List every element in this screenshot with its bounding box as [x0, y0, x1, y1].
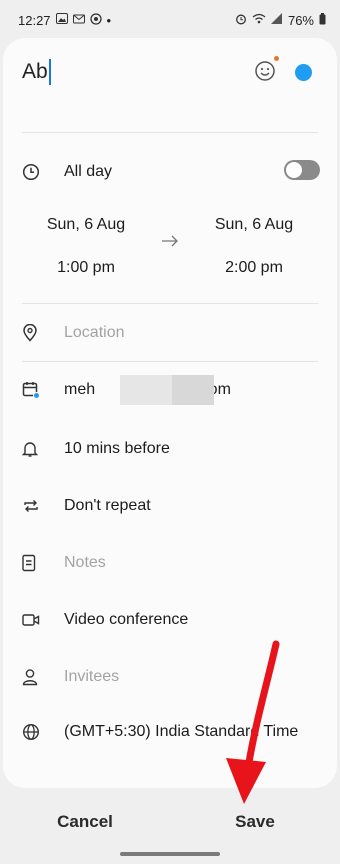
notes-input[interactable]: Notes	[64, 554, 106, 572]
status-more-dot: •	[106, 12, 112, 28]
event-color-picker[interactable]	[295, 64, 312, 81]
divider	[22, 303, 318, 304]
battery-icon	[319, 12, 326, 28]
status-right: 76%	[235, 12, 326, 28]
video-camera-icon	[22, 610, 48, 630]
home-indicator[interactable]	[120, 852, 220, 856]
status-left: 12:27 •	[18, 13, 111, 28]
save-button[interactable]: Save	[170, 812, 340, 832]
start-time[interactable]: 1:00 pm	[26, 259, 146, 277]
signal-icon	[270, 13, 283, 27]
mail-notification-icon	[72, 13, 85, 27]
calendar-account-prefix: meh	[64, 381, 96, 398]
repeat-value: Don't repeat	[64, 497, 151, 514]
all-day-label: All day	[64, 163, 113, 180]
notes-icon	[22, 553, 48, 573]
cancel-button[interactable]: Cancel	[0, 812, 170, 832]
reminder-row[interactable]: 10 mins before	[22, 429, 318, 469]
event-title-input[interactable]: Ab	[22, 59, 51, 85]
emoji-sticker-icon[interactable]	[254, 60, 276, 82]
status-bar: 12:27 • 76%	[0, 0, 340, 40]
end-time[interactable]: 2:00 pm	[194, 259, 314, 277]
all-day-toggle[interactable]	[284, 160, 320, 180]
wifi-icon	[252, 13, 266, 27]
location-pin-icon	[22, 323, 48, 343]
all-day-row[interactable]: All day	[22, 152, 318, 192]
bell-icon	[22, 439, 48, 459]
clock-icon	[22, 162, 48, 182]
new-badge-dot	[274, 56, 279, 61]
text-caret	[48, 59, 51, 85]
person-icon	[22, 667, 48, 687]
annotation-arrow-icon	[226, 640, 280, 804]
invitees-input[interactable]: Invitees	[64, 668, 119, 686]
video-conference-label: Video conference	[64, 611, 189, 628]
status-time: 12:27	[18, 12, 51, 28]
notes-row[interactable]: Notes	[22, 543, 318, 583]
reminder-value: 10 mins before	[64, 440, 170, 457]
divider	[22, 132, 318, 133]
video-conference-row[interactable]: Video conference	[22, 600, 318, 640]
repeat-icon	[22, 496, 48, 516]
gallery-notification-icon	[55, 13, 68, 27]
repeat-row[interactable]: Don't repeat	[22, 486, 318, 526]
calendar-icon	[22, 380, 48, 400]
alarm-icon	[235, 13, 247, 28]
globe-icon	[22, 722, 48, 742]
title-row: Ab	[22, 52, 322, 92]
divider	[22, 361, 318, 362]
redaction-block	[120, 375, 172, 405]
event-title-text: Ab	[22, 60, 48, 83]
location-row[interactable]: Location	[22, 313, 318, 353]
arrow-right-icon	[160, 234, 180, 248]
end-date[interactable]: Sun, 6 Aug	[194, 216, 314, 234]
redaction-block	[172, 375, 214, 405]
start-date[interactable]: Sun, 6 Aug	[26, 216, 146, 234]
whatsapp-notification-icon	[89, 12, 102, 28]
location-input[interactable]: Location	[64, 324, 125, 342]
battery-percent: 76%	[287, 12, 314, 28]
